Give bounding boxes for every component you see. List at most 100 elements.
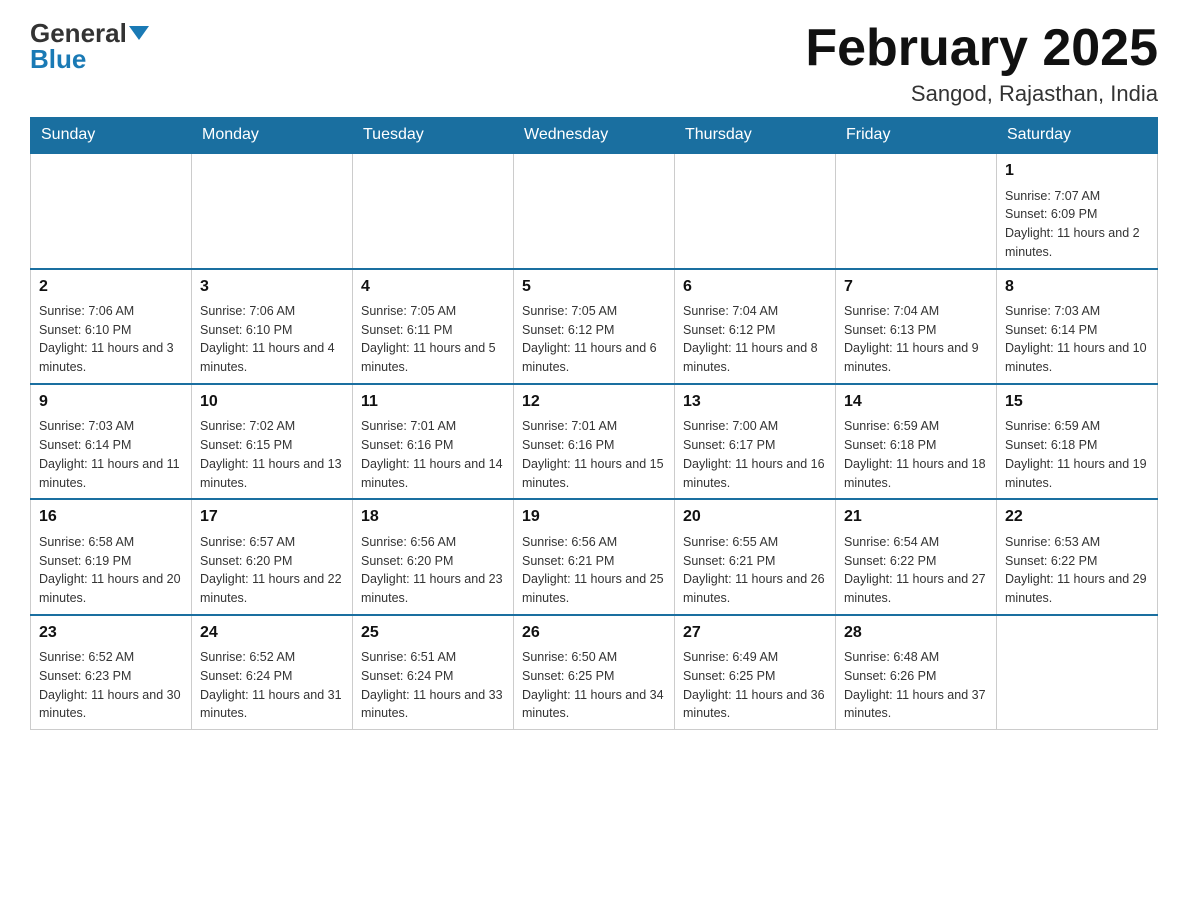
calendar-cell: 12 Sunrise: 7:01 AM Sunset: 6:16 PM Dayli… [514,384,675,499]
day-number: 17 [200,506,344,528]
calendar-cell: 24 Sunrise: 6:52 AM Sunset: 6:24 PM Dayli… [192,615,353,730]
day-number: 23 [39,622,183,644]
weekday-header-tuesday: Tuesday [353,118,514,154]
calendar-cell: 7 Sunrise: 7:04 AM Sunset: 6:13 PM Daylig… [836,269,997,384]
weekday-header-monday: Monday [192,118,353,154]
day-info: Sunrise: 6:56 AM Sunset: 6:20 PM Dayligh… [361,535,503,605]
day-number: 19 [522,506,666,528]
day-number: 3 [200,276,344,298]
day-number: 20 [683,506,827,528]
day-number: 9 [39,391,183,413]
location-text: Sangod, Rajasthan, India [805,81,1158,107]
day-info: Sunrise: 7:03 AM Sunset: 6:14 PM Dayligh… [1005,304,1147,374]
calendar-week-4: 16 Sunrise: 6:58 AM Sunset: 6:19 PM Dayli… [31,499,1158,614]
calendar-cell: 21Sunrise: 6:54 AM Sunset: 6:22 PM Dayli… [836,499,997,614]
day-number: 13 [683,391,827,413]
calendar-cell [192,153,353,268]
day-info: Sunrise: 6:59 AM Sunset: 6:18 PM Dayligh… [1005,419,1147,489]
calendar-cell: 4 Sunrise: 7:05 AM Sunset: 6:11 PM Daylig… [353,269,514,384]
day-info: Sunrise: 6:54 AM Sunset: 6:22 PM Dayligh… [844,535,986,605]
day-number: 28 [844,622,988,644]
calendar-cell: 2 Sunrise: 7:06 AM Sunset: 6:10 PM Daylig… [31,269,192,384]
day-info: Sunrise: 7:07 AM Sunset: 6:09 PM Dayligh… [1005,189,1140,259]
day-number: 10 [200,391,344,413]
day-number: 7 [844,276,988,298]
day-info: Sunrise: 6:51 AM Sunset: 6:24 PM Dayligh… [361,650,503,720]
day-number: 2 [39,276,183,298]
day-number: 14 [844,391,988,413]
calendar-cell: 11 Sunrise: 7:01 AM Sunset: 6:16 PM Dayli… [353,384,514,499]
calendar-cell: 23 Sunrise: 6:52 AM Sunset: 6:23 PM Dayli… [31,615,192,730]
weekday-header-thursday: Thursday [675,118,836,154]
calendar-week-5: 23 Sunrise: 6:52 AM Sunset: 6:23 PM Dayli… [31,615,1158,730]
calendar-cell [997,615,1158,730]
weekday-header-wednesday: Wednesday [514,118,675,154]
calendar-week-2: 2 Sunrise: 7:06 AM Sunset: 6:10 PM Daylig… [31,269,1158,384]
calendar-cell: 5Sunrise: 7:05 AM Sunset: 6:12 PM Daylig… [514,269,675,384]
day-info: Sunrise: 7:01 AM Sunset: 6:16 PM Dayligh… [522,419,664,489]
day-info: Sunrise: 6:48 AM Sunset: 6:26 PM Dayligh… [844,650,986,720]
day-info: Sunrise: 7:05 AM Sunset: 6:11 PM Dayligh… [361,304,496,374]
day-number: 18 [361,506,505,528]
day-number: 24 [200,622,344,644]
day-number: 6 [683,276,827,298]
day-info: Sunrise: 7:06 AM Sunset: 6:10 PM Dayligh… [39,304,174,374]
calendar-cell: 27Sunrise: 6:49 AM Sunset: 6:25 PM Dayli… [675,615,836,730]
day-info: Sunrise: 6:53 AM Sunset: 6:22 PM Dayligh… [1005,535,1147,605]
day-info: Sunrise: 7:06 AM Sunset: 6:10 PM Dayligh… [200,304,335,374]
calendar-table: SundayMondayTuesdayWednesdayThursdayFrid… [30,117,1158,730]
day-number: 16 [39,506,183,528]
day-info: Sunrise: 7:04 AM Sunset: 6:13 PM Dayligh… [844,304,979,374]
day-info: Sunrise: 6:59 AM Sunset: 6:18 PM Dayligh… [844,419,986,489]
day-info: Sunrise: 6:55 AM Sunset: 6:21 PM Dayligh… [683,535,825,605]
calendar-cell [675,153,836,268]
day-number: 1 [1005,160,1149,182]
calendar-cell: 17Sunrise: 6:57 AM Sunset: 6:20 PM Dayli… [192,499,353,614]
day-info: Sunrise: 6:56 AM Sunset: 6:21 PM Dayligh… [522,535,664,605]
calendar-cell: 3 Sunrise: 7:06 AM Sunset: 6:10 PM Daylig… [192,269,353,384]
calendar-cell: 18 Sunrise: 6:56 AM Sunset: 6:20 PM Dayli… [353,499,514,614]
calendar-cell: 20 Sunrise: 6:55 AM Sunset: 6:21 PM Dayli… [675,499,836,614]
logo-blue-text: Blue [30,46,86,72]
calendar-cell [31,153,192,268]
weekday-header-friday: Friday [836,118,997,154]
day-info: Sunrise: 7:01 AM Sunset: 6:16 PM Dayligh… [361,419,503,489]
calendar-cell: 22 Sunrise: 6:53 AM Sunset: 6:22 PM Dayli… [997,499,1158,614]
calendar-cell: 8Sunrise: 7:03 AM Sunset: 6:14 PM Daylig… [997,269,1158,384]
calendar-cell: 15 Sunrise: 6:59 AM Sunset: 6:18 PM Dayli… [997,384,1158,499]
calendar-cell [514,153,675,268]
calendar-cell [836,153,997,268]
day-number: 4 [361,276,505,298]
month-title: February 2025 [805,20,1158,77]
logo: General Blue [30,20,149,72]
logo-triangle-icon [129,26,149,40]
day-number: 15 [1005,391,1149,413]
day-info: Sunrise: 7:05 AM Sunset: 6:12 PM Dayligh… [522,304,657,374]
logo-general-text: General [30,20,127,46]
calendar-cell: 19 Sunrise: 6:56 AM Sunset: 6:21 PM Dayli… [514,499,675,614]
page-header: General Blue February 2025 Sangod, Rajas… [30,20,1158,107]
day-info: Sunrise: 6:52 AM Sunset: 6:24 PM Dayligh… [200,650,342,720]
calendar-cell: 1 Sunrise: 7:07 AM Sunset: 6:09 PM Daylig… [997,153,1158,268]
calendar-cell: 26Sunrise: 6:50 AM Sunset: 6:25 PM Dayli… [514,615,675,730]
day-info: Sunrise: 6:49 AM Sunset: 6:25 PM Dayligh… [683,650,825,720]
title-section: February 2025 Sangod, Rajasthan, India [805,20,1158,107]
calendar-cell: 9Sunrise: 7:03 AM Sunset: 6:14 PM Daylig… [31,384,192,499]
day-number: 12 [522,391,666,413]
weekday-header-row: SundayMondayTuesdayWednesdayThursdayFrid… [31,118,1158,154]
day-number: 11 [361,391,505,413]
weekday-header-saturday: Saturday [997,118,1158,154]
day-info: Sunrise: 7:04 AM Sunset: 6:12 PM Dayligh… [683,304,818,374]
day-info: Sunrise: 6:52 AM Sunset: 6:23 PM Dayligh… [39,650,181,720]
calendar-cell: 25 Sunrise: 6:51 AM Sunset: 6:24 PM Dayli… [353,615,514,730]
weekday-header-sunday: Sunday [31,118,192,154]
day-number: 22 [1005,506,1149,528]
day-info: Sunrise: 6:58 AM Sunset: 6:19 PM Dayligh… [39,535,181,605]
calendar-cell: 13 Sunrise: 7:00 AM Sunset: 6:17 PM Dayli… [675,384,836,499]
day-info: Sunrise: 7:00 AM Sunset: 6:17 PM Dayligh… [683,419,825,489]
calendar-cell: 6 Sunrise: 7:04 AM Sunset: 6:12 PM Daylig… [675,269,836,384]
day-number: 25 [361,622,505,644]
day-number: 26 [522,622,666,644]
calendar-cell: 16 Sunrise: 6:58 AM Sunset: 6:19 PM Dayli… [31,499,192,614]
calendar-cell: 28 Sunrise: 6:48 AM Sunset: 6:26 PM Dayli… [836,615,997,730]
